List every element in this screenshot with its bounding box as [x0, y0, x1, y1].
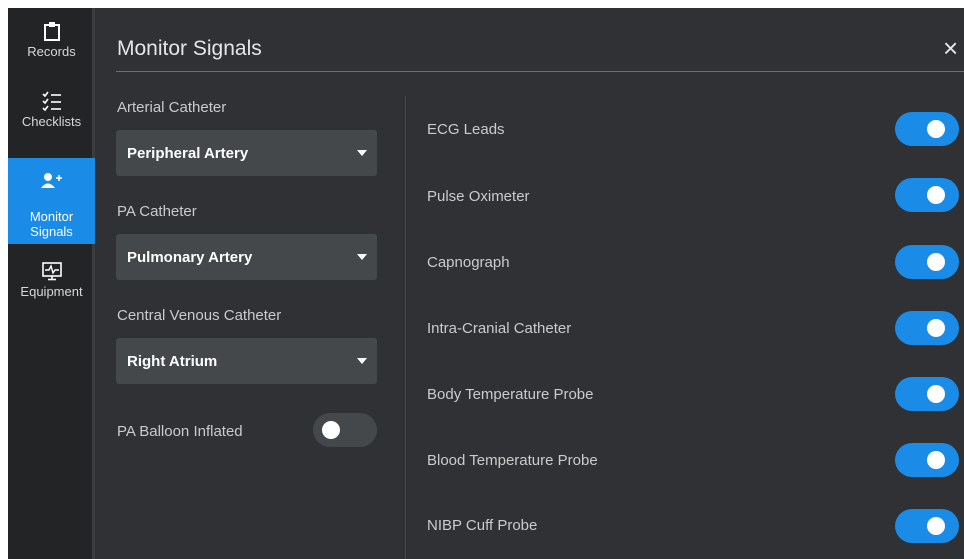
- signal-label-body-temperature-probe: Body Temperature Probe: [427, 386, 594, 403]
- pa-balloon-inflated-label: PA Balloon Inflated: [117, 423, 243, 440]
- sidebar-item-label: Checklists: [21, 114, 82, 129]
- signal-label-ecg-leads: ECG Leads: [427, 121, 505, 138]
- toggle-knob: [322, 421, 340, 439]
- signal-label-capnograph: Capnograph: [427, 254, 510, 271]
- toggle-knob: [927, 120, 945, 138]
- sidebar: Records Checklists Monitor Signals Equip…: [8, 8, 95, 559]
- signal-label-nibp-cuff-probe: NIBP Cuff Probe: [427, 517, 538, 534]
- toggle-knob: [927, 186, 945, 204]
- column-divider: [405, 96, 406, 559]
- arterial-catheter-value: Peripheral Artery: [127, 144, 249, 162]
- app-window: Records Checklists Monitor Signals Equip…: [8, 8, 964, 559]
- sidebar-item-equipment[interactable]: Equipment: [8, 258, 95, 318]
- central-venous-catheter-select[interactable]: Right Atrium: [116, 338, 377, 384]
- sidebar-item-monitor-signals[interactable]: Monitor Signals: [8, 158, 95, 244]
- blood-temperature-probe-toggle[interactable]: [895, 443, 959, 477]
- sidebar-item-label: Equipment: [20, 284, 83, 299]
- signal-label-blood-temperature-probe: Blood Temperature Probe: [427, 452, 598, 469]
- toggle-knob: [927, 253, 945, 271]
- clipboard-icon: [43, 18, 61, 44]
- arterial-catheter-select[interactable]: Peripheral Artery: [116, 130, 377, 176]
- body-temperature-probe-toggle[interactable]: [895, 377, 959, 411]
- monitor-pulse-icon: [41, 258, 63, 284]
- chevron-down-icon: [357, 254, 367, 260]
- sidebar-item-checklists[interactable]: Checklists: [8, 88, 95, 158]
- ecg-leads-toggle[interactable]: [895, 112, 959, 146]
- sidebar-item-label: Monitor Signals: [30, 194, 73, 239]
- central-venous-catheter-value: Right Atrium: [127, 352, 218, 370]
- signal-label-intra-cranial-catheter: Intra-Cranial Catheter: [427, 320, 572, 337]
- pa-catheter-label: PA Catheter: [117, 203, 197, 220]
- chevron-down-icon: [357, 358, 367, 364]
- sidebar-item-records[interactable]: Records: [8, 18, 95, 78]
- intra-cranial-catheter-toggle[interactable]: [895, 311, 959, 345]
- signal-label-pulse-oximeter: Pulse Oximeter: [427, 188, 530, 205]
- toggle-knob: [927, 451, 945, 469]
- pa-catheter-select[interactable]: Pulmonary Artery: [116, 234, 377, 280]
- toggle-knob: [927, 319, 945, 337]
- sidebar-item-monitor-signals-label: Monitor Signals: [29, 209, 74, 239]
- add-user-icon: [40, 168, 63, 194]
- toggle-knob: [927, 517, 945, 535]
- capnograph-toggle[interactable]: [895, 245, 959, 279]
- central-venous-catheter-label: Central Venous Catheter: [117, 307, 282, 324]
- pa-catheter-value: Pulmonary Artery: [127, 248, 253, 266]
- arterial-catheter-label: Arterial Catheter: [117, 99, 227, 116]
- pulse-oximeter-toggle[interactable]: [895, 178, 959, 212]
- checklist-icon: [41, 88, 63, 114]
- page-title: Monitor Signals: [117, 37, 262, 60]
- sidebar-item-label: Records: [27, 44, 76, 59]
- nibp-cuff-probe-toggle[interactable]: [895, 509, 959, 543]
- divider: [116, 71, 964, 72]
- toggle-knob: [927, 385, 945, 403]
- close-icon[interactable]: ×: [943, 34, 964, 62]
- pa-balloon-inflated-toggle[interactable]: [313, 413, 377, 447]
- chevron-down-icon: [357, 150, 367, 156]
